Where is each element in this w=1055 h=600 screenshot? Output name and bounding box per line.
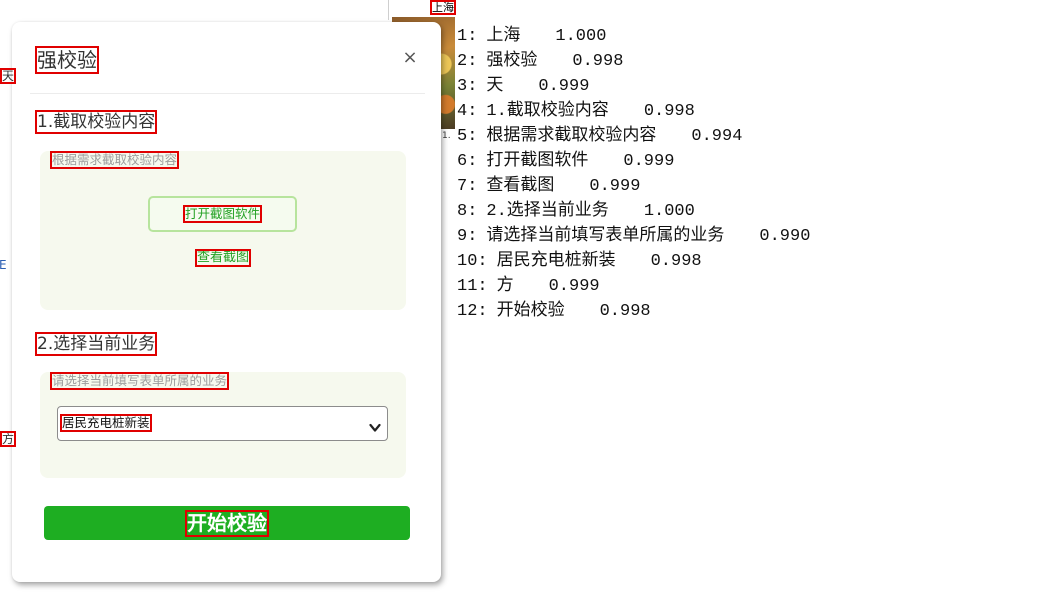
- background-small-number: 1.: [442, 131, 451, 141]
- ocr-result-score: 0.994: [691, 127, 743, 146]
- ocr-result-text: 上海: [486, 27, 521, 46]
- ocr-result-index: 10:: [457, 252, 488, 271]
- ocr-result-index: 7:: [457, 177, 478, 196]
- ocr-result-row: 4: 1.截取校验内容 0.998: [457, 99, 810, 124]
- capture-section-hint: 根据需求截取校验内容: [49, 151, 180, 169]
- ocr-result-score: 0.998: [643, 102, 695, 121]
- ocr-result-row: 7: 查看截图 0.999: [457, 174, 810, 199]
- dialog-header-divider: [30, 93, 425, 94]
- ocr-result-index: 6:: [457, 152, 478, 171]
- ocr-result-index: 5:: [457, 127, 478, 146]
- ocr-result-text: 强校验: [486, 52, 538, 71]
- ocr-results-list: 1: 上海 1.000 2: 强校验 0.998 3: 天 0.999 4: 1.截取校验内容…: [457, 24, 810, 324]
- ocr-result-score: 1.000: [555, 27, 607, 46]
- business-section-hint: 请选择当前填写表单所属的业务: [49, 372, 230, 390]
- ocr-result-text: 1.截取校验内容: [486, 102, 609, 121]
- ocr-result-score: 0.999: [548, 277, 600, 296]
- business-section-panel: 请选择当前填写表单所属的业务 居民充电桩新装: [40, 372, 406, 478]
- ocr-result-score: 0.998: [599, 302, 651, 321]
- ocr-result-row: 10: 居民充电桩新装 0.998: [457, 249, 810, 274]
- ocr-result-text: 开始校验: [496, 302, 565, 321]
- background-label: 上海: [430, 0, 456, 15]
- page-border-line: [388, 0, 389, 20]
- ocr-result-score: 0.999: [589, 177, 641, 196]
- ocr-result-row: 2: 强校验 0.998: [457, 49, 810, 74]
- ocr-result-text: 居民充电桩新装: [496, 252, 616, 271]
- ocr-result-index: 12:: [457, 302, 488, 321]
- verification-dialog: 强校验 × 1.截取校验内容 根据需求截取校验内容 打开截图软件 查看截图 2.…: [12, 22, 441, 582]
- ocr-result-row: 6: 打开截图软件 0.999: [457, 149, 810, 174]
- ocr-result-row: 8: 2.选择当前业务 1.000: [457, 199, 810, 224]
- ocr-result-score: 1.000: [643, 202, 695, 221]
- ocr-result-score: 0.998: [650, 252, 702, 271]
- ocr-result-index: 8:: [457, 202, 478, 221]
- start-verification-label: 开始校验: [185, 509, 269, 537]
- background-edge-char-bottom: 方: [0, 431, 17, 447]
- open-screenshot-tool-label: 打开截图软件: [182, 205, 263, 223]
- ocr-result-text: 根据需求截取校验内容: [486, 127, 657, 146]
- ocr-result-score: 0.990: [759, 227, 811, 246]
- ocr-result-index: 4:: [457, 102, 478, 121]
- capture-section-panel: 根据需求截取校验内容 打开截图软件 查看截图: [40, 151, 406, 310]
- ocr-result-text: 请选择当前填写表单所属的业务: [486, 227, 725, 246]
- business-section-heading: 2.选择当前业务: [34, 332, 158, 356]
- chevron-down-icon: [369, 418, 381, 432]
- capture-section-heading: 1.截取校验内容: [34, 110, 158, 134]
- ocr-result-row: 1: 上海 1.000: [457, 24, 810, 49]
- ocr-result-text: 查看截图: [486, 177, 555, 196]
- ocr-result-text: 2.选择当前业务: [486, 202, 609, 221]
- ocr-result-index: 2:: [457, 52, 478, 71]
- ocr-result-index: 1:: [457, 27, 478, 46]
- business-select-value: 居民充电桩新装: [60, 414, 152, 432]
- ocr-result-score: 0.999: [538, 77, 590, 96]
- ocr-result-text: 打开截图软件: [486, 152, 589, 171]
- view-screenshot-row: 查看截图: [40, 246, 406, 267]
- background-edge-char-top: 天: [0, 68, 17, 84]
- background-edge-char-blue: E: [0, 258, 7, 272]
- ocr-result-row: 5: 根据需求截取校验内容 0.994: [457, 124, 810, 149]
- ocr-result-index: 11:: [457, 277, 488, 296]
- close-button[interactable]: ×: [402, 47, 418, 69]
- ocr-result-score: 0.999: [623, 152, 675, 171]
- ocr-result-row: 12: 开始校验 0.998: [457, 299, 810, 324]
- business-select[interactable]: 居民充电桩新装: [57, 406, 388, 441]
- dialog-title: 强校验: [35, 46, 99, 74]
- start-verification-button[interactable]: 开始校验: [44, 506, 410, 540]
- ocr-result-row: 11: 方 0.999: [457, 274, 810, 299]
- view-screenshot-link[interactable]: 查看截图: [194, 249, 252, 267]
- ocr-result-row: 9: 请选择当前填写表单所属的业务 0.990: [457, 224, 810, 249]
- open-screenshot-tool-button[interactable]: 打开截图软件: [148, 196, 297, 232]
- ocr-result-index: 9:: [457, 227, 478, 246]
- ocr-result-text: 天: [486, 77, 504, 96]
- close-icon: ×: [402, 47, 418, 68]
- ocr-result-score: 0.998: [572, 52, 624, 71]
- ocr-result-text: 方: [496, 277, 514, 296]
- ocr-result-index: 3:: [457, 77, 478, 96]
- ocr-result-row: 3: 天 0.999: [457, 74, 810, 99]
